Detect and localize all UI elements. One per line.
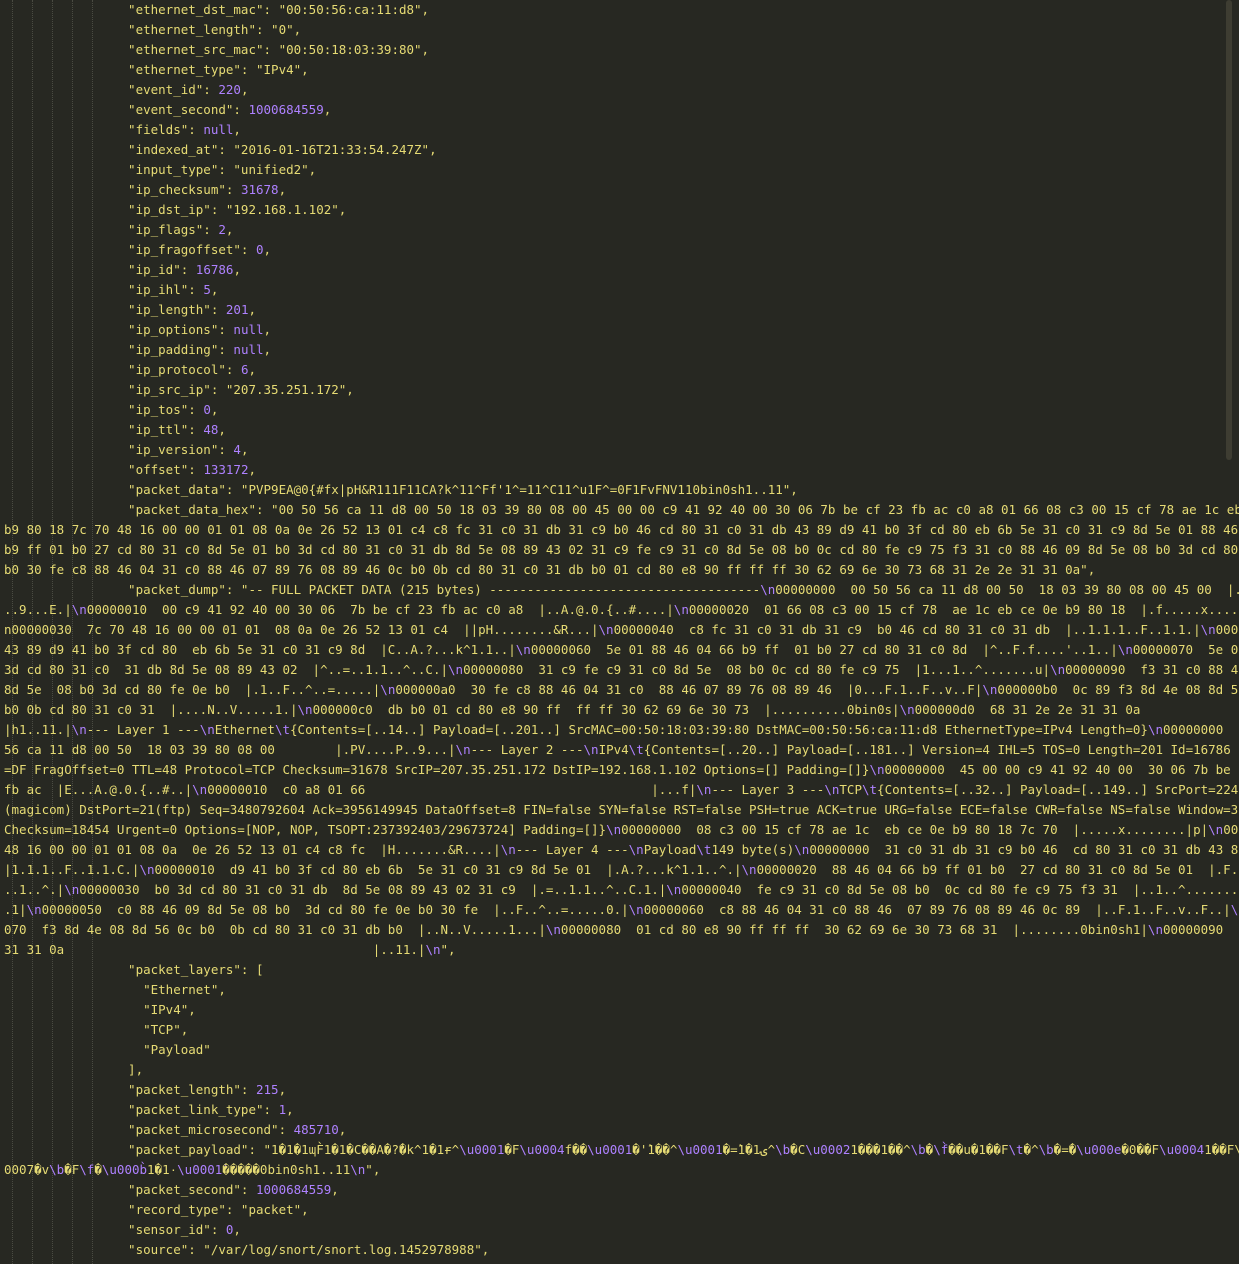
- code-line: "event_second": 1000684559,: [113, 102, 332, 117]
- code-line: "fields": null,: [113, 122, 241, 137]
- code-line: "sensor_id": 0,: [113, 1222, 241, 1237]
- code-line-dump-wrap: 31 31 0a |..11.|\n",: [4, 942, 456, 957]
- code-line-dump-wrap: 070 f3 8d 4e 08 8d 56 0c b0 0b cd 80 31 …: [4, 922, 1239, 937]
- code-line: "ethernet_src_mac": "00:50:18:03:39:80",: [113, 42, 430, 57]
- code-line-hex-wrap: b0 30 fe c8 88 46 04 31 c0 88 46 07 89 7…: [4, 562, 1096, 577]
- code-line: "ethernet_length": "0",: [113, 22, 302, 37]
- code-line-dump-wrap: ..9...E.|\n00000010 00 c9 41 92 40 00 30…: [4, 602, 1239, 617]
- code-line-dump-wrap: ..1..^.|\n00000030 b0 3d cd 80 31 c0 31 …: [4, 882, 1239, 897]
- code-line: "packet_length": 215,: [113, 1082, 287, 1097]
- code-line-dump-wrap: n00000030 7c 70 48 16 00 00 01 01 08 0a …: [4, 622, 1239, 637]
- code-line: "input_type": "unified2",: [113, 162, 317, 177]
- code-line: "ip_version": 4,: [113, 442, 249, 457]
- code-line: "ip_checksum": 31678,: [113, 182, 287, 197]
- code-line-dump-wrap: 48 16 00 00 01 01 08 0a 0e 26 52 13 01 c…: [4, 842, 1239, 857]
- code-lines: "ethernet_dst_mac": "00:50:56:ca:11:d8",…: [0, 0, 1239, 1260]
- code-line: "ip_tos": 0,: [113, 402, 219, 417]
- code-line-layers: "Payload": [113, 1042, 211, 1057]
- code-line-layers: "Ethernet",: [113, 982, 226, 997]
- code-line-hex: "packet_data_hex": "00 50 56 ca 11 d8 00…: [113, 502, 1239, 517]
- code-line: "ip_protocol": 6,: [113, 362, 256, 377]
- code-line: "packet_data": "PVP9EA@0{#fx|pH&R111F11C…: [113, 482, 798, 497]
- code-line: "event_id": 220,: [113, 82, 249, 97]
- code-line: "ethernet_dst_mac": "00:50:56:ca:11:d8",: [113, 2, 430, 17]
- code-line: "ethernet_type": "IPv4",: [113, 62, 309, 77]
- code-line: "offset": 133172,: [113, 462, 256, 477]
- code-line-dump-wrap: .1|\n00000050 c0 88 46 09 8d 5e 08 b0 3d…: [4, 902, 1239, 917]
- code-editor[interactable]: "ethernet_dst_mac": "00:50:56:ca:11:d8",…: [0, 0, 1239, 1264]
- code-line: "ip_padding": null,: [113, 342, 272, 357]
- code-line: "packet_link_type": 1,: [113, 1102, 294, 1117]
- code-line: "packet_second": 1000684559,: [113, 1182, 339, 1197]
- code-line-dump-wrap: (magicom) DstPort=21(ftp) Seq=3480792604…: [4, 802, 1239, 817]
- code-line-hex-wrap: b9 ff 01 b0 27 cd 80 31 c0 8d 5e 01 b0 3…: [4, 542, 1239, 557]
- code-line: "ip_dst_ip": "192.168.1.102",: [113, 202, 347, 217]
- code-line-dump-wrap: fb ac |E...A.@.0.{..#..|\n00000010 c0 a8…: [4, 782, 1239, 797]
- code-line-dump-wrap: b0 0b cd 80 31 c0 31 |....N..V.....1.|\n…: [4, 702, 1141, 717]
- code-line: "ip_ihl": 5,: [113, 282, 219, 297]
- code-line-dump: "packet_dump": "-- FULL PACKET DATA (215…: [113, 582, 1239, 597]
- code-line: "ip_id": 16786,: [113, 262, 241, 277]
- code-line-dump-wrap: 56 ca 11 d8 00 50 18 03 39 80 08 00 |.PV…: [4, 742, 1239, 757]
- code-line: "record_type": "packet",: [113, 1202, 309, 1217]
- code-line-dump-wrap: 3d cd 80 31 c0 31 db 8d 5e 08 89 43 02 |…: [4, 662, 1239, 677]
- code-line-layers: ],: [113, 1062, 144, 1077]
- code-line-payload-wrap: 0007�v\b�F\f�\u000b̀1�1۰\u0001̀�����0bin…: [4, 1162, 381, 1177]
- code-line-layers: "packet_layers": [: [113, 962, 264, 977]
- code-line-dump-wrap: Checksum=18454 Urgent=0 Options=[NOP, NO…: [4, 822, 1239, 837]
- code-line-payload: "packet_payload": "1�1�1ɰF̀1�1�C��A�?̀�k…: [113, 1142, 1239, 1157]
- code-line: "source": "/var/log/snort/snort.log.1452…: [113, 1242, 490, 1257]
- code-line: "indexed_at": "2016-01-16T21:33:54.247Z"…: [113, 142, 437, 157]
- code-line-dump-wrap: |h1..11.|\n--- Layer 1 ---\nEthernet\t{C…: [4, 722, 1239, 737]
- code-line-layers: "TCP",: [113, 1022, 189, 1037]
- code-line: "ip_src_ip": "207.35.251.172",: [113, 382, 354, 397]
- code-line: "ip_flags": 2,: [113, 222, 234, 237]
- code-line-dump-wrap: 8d 5e 08 b0 3d cd 80 fe 0e b0 |.1..F..^.…: [4, 682, 1239, 697]
- code-line: "ip_fragoffset": 0,: [113, 242, 272, 257]
- code-line-hex-wrap: b9 80 18 7c 70 48 16 00 00 01 01 08 0a 0…: [4, 522, 1239, 537]
- code-line: "ip_ttl": 48,: [113, 422, 226, 437]
- code-line-layers: "IPv4",: [113, 1002, 196, 1017]
- code-line-dump-wrap: |1.1.1..F..1.1.C.|\n00000010 d9 41 b0 3f…: [4, 862, 1239, 877]
- code-line-dump-wrap: 43 89 d9 41 b0 3f cd 80 eb 6b 5e 31 c0 3…: [4, 642, 1239, 657]
- code-line: "packet_microsecond": 485710,: [113, 1122, 347, 1137]
- code-line: "ip_length": 201,: [113, 302, 256, 317]
- code-line: "ip_options": null,: [113, 322, 272, 337]
- code-line-dump-wrap: =DF FragOffset=0 TTL=48 Protocol=TCP Che…: [4, 762, 1239, 777]
